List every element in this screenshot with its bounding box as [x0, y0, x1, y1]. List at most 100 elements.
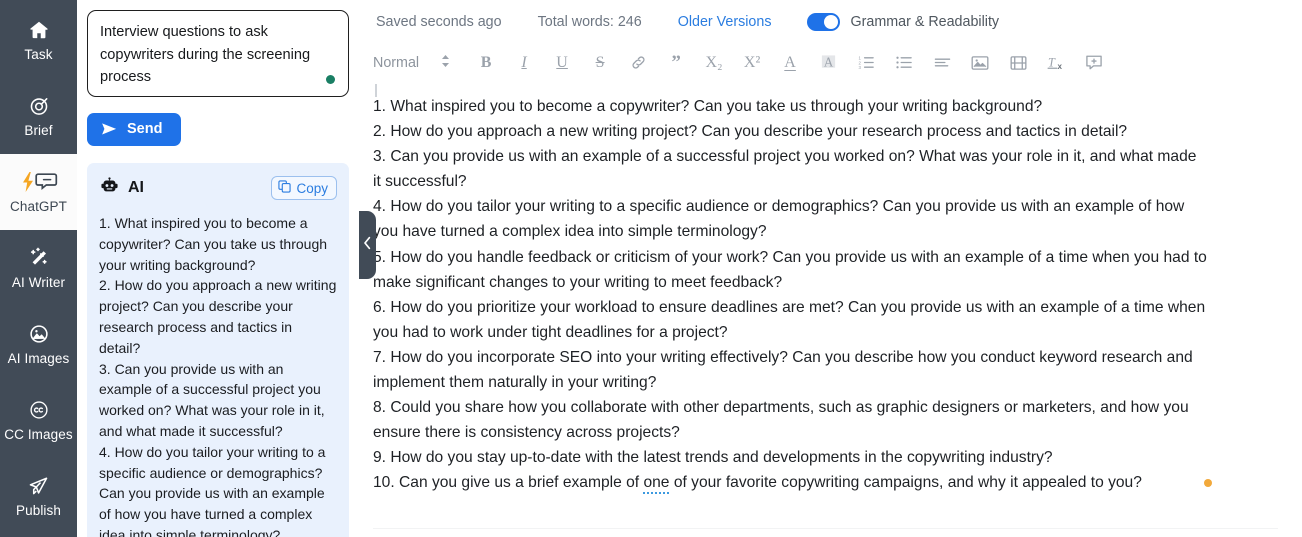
sidebar-item-label: Brief [24, 123, 53, 139]
align-button[interactable] [923, 48, 961, 78]
copy-button-label: Copy [296, 180, 328, 196]
sidebar-item-label: AI Writer [11, 275, 66, 291]
svg-text:3: 3 [858, 65, 861, 70]
document-scroll-area[interactable]: 1. What inspired you to become a copywri… [359, 82, 1302, 537]
sidebar-item-publish[interactable]: Publish [0, 458, 77, 534]
link-button[interactable] [619, 48, 657, 78]
chevron-updown-icon [441, 54, 450, 72]
blockquote-glyph: ” [671, 52, 681, 73]
left-nav-rail: Task Brief ChatGPT AI Writer AI Images C… [0, 0, 77, 537]
document-bottom-rule [373, 528, 1278, 529]
sidebar-item-label: ChatGPT [10, 199, 67, 215]
align-icon [934, 56, 951, 69]
paper-plane-icon [27, 474, 50, 498]
toggle-switch[interactable] [807, 12, 841, 31]
sidebar-item-label: Task [24, 47, 53, 63]
document-paragraph: 6. How do you prioritize your workload t… [373, 298, 1206, 341]
creative-commons-icon [28, 398, 50, 422]
add-comment-button[interactable] [1075, 48, 1113, 78]
document-paragraph: 2. How do you approach a new writing pro… [373, 123, 1128, 141]
sidebar-item-cc-images[interactable]: CC Images [0, 382, 77, 458]
sidebar-item-ai-images[interactable]: AI Images [0, 306, 77, 382]
toggle-knob [824, 14, 839, 29]
editor-status-bar: Saved seconds ago Total words: 246 Older… [359, 0, 1302, 43]
collapse-panel-handle[interactable] [359, 211, 376, 279]
prompt-input-value: Interview questions to ask copywriters d… [100, 24, 311, 85]
italic-glyph: I [521, 53, 527, 71]
formatting-toolbar: Normal B I U S ” X₂ X² A A 1 2 3 T x [359, 43, 1302, 82]
send-button[interactable]: Send [87, 112, 182, 147]
highlight-icon: A [820, 54, 837, 71]
copy-icon [278, 180, 292, 196]
document-paragraph: 7. How do you incorporate SEO into your … [373, 348, 1193, 392]
bulleted-list-icon [895, 55, 913, 70]
svg-text:x: x [1057, 62, 1062, 71]
paragraph-style-value: Normal [373, 54, 420, 71]
sidebar-item-label: Publish [16, 503, 61, 519]
sidebar-item-brief[interactable]: Brief [0, 78, 77, 154]
strikethrough-button[interactable]: S [581, 48, 619, 78]
ordered-list-button[interactable]: 1 2 3 [847, 48, 885, 78]
saved-status: Saved seconds ago [376, 13, 502, 30]
copy-button[interactable]: Copy [271, 176, 337, 201]
magic-wand-icon [27, 246, 51, 270]
highlight-color-button[interactable]: A [809, 48, 847, 78]
ai-response-text: 1. What inspired you to become a copywri… [99, 213, 337, 537]
image-icon [28, 322, 50, 346]
document-paragraph: 5. How do you handle feedback or critici… [373, 248, 1207, 291]
robot-icon [99, 176, 120, 200]
underline-glyph: U [556, 53, 568, 71]
ai-response-title: AI [128, 179, 144, 197]
sidebar-item-label: AI Images [7, 351, 70, 367]
prompt-status-dot [326, 74, 335, 84]
sidebar-item-label: CC Images [4, 427, 73, 443]
send-button-label: Send [127, 121, 163, 138]
superscript-glyph: X² [743, 53, 761, 71]
insert-image-button[interactable] [961, 48, 999, 78]
insert-video-button[interactable] [999, 48, 1037, 78]
clear-format-button[interactable]: T x [1037, 48, 1075, 78]
blockquote-button[interactable]: ” [657, 48, 695, 78]
clear-format-icon: T x [1047, 54, 1066, 71]
app-root: Task Brief ChatGPT AI Writer AI Images C… [0, 0, 1302, 537]
svg-text:A: A [823, 54, 833, 69]
comment-plus-icon [1085, 54, 1103, 71]
paragraph-style-select[interactable]: Normal [373, 54, 450, 72]
chat-bolt-icon [19, 170, 59, 194]
bold-glyph: B [480, 53, 492, 71]
video-icon [1010, 55, 1027, 71]
sidebar-item-ai-writer[interactable]: AI Writer [0, 230, 77, 306]
bold-button[interactable]: B [467, 48, 505, 78]
superscript-button[interactable]: X² [733, 48, 771, 78]
suggestion-marker-dot[interactable] [1204, 479, 1212, 488]
grammar-suggestion-word[interactable]: one [643, 474, 670, 495]
older-versions-link[interactable]: Older Versions [678, 14, 772, 30]
document-paragraph: 4. How do you tailor your writing to a s… [373, 198, 1185, 241]
word-count: Total words: 246 [537, 13, 642, 30]
chatgpt-panel: Interview questions to ask copywriters d… [77, 0, 359, 537]
sidebar-item-task[interactable]: Task [0, 2, 77, 78]
send-icon [101, 122, 118, 136]
italic-button[interactable]: I [505, 48, 543, 78]
svg-text:T: T [1048, 55, 1056, 69]
ai-response-card: AI Copy 1. What inspired you to become a… [87, 163, 349, 537]
document-paragraph: 9. How do you stay up-to-date with the l… [373, 449, 1053, 467]
text-color-glyph: A [784, 53, 796, 71]
ordered-list-icon: 1 2 3 [858, 55, 875, 70]
subscript-button[interactable]: X₂ [695, 48, 733, 78]
link-icon [630, 54, 647, 71]
document-body[interactable]: 1. What inspired you to become a copywri… [373, 82, 1212, 496]
ai-response-header: AI Copy [99, 176, 337, 201]
strikethrough-glyph: S [595, 53, 605, 71]
grammar-readability-label: Grammar & Readability [850, 13, 1000, 30]
home-icon [28, 18, 50, 42]
sidebar-item-chatgpt[interactable]: ChatGPT [0, 154, 77, 230]
ai-response-body: 1. What inspired you to become a copywri… [99, 215, 337, 537]
text-color-button[interactable]: A [771, 48, 809, 78]
target-icon [28, 94, 50, 118]
chevron-left-icon [363, 236, 372, 255]
bulleted-list-button[interactable] [885, 48, 923, 78]
grammar-readability-toggle[interactable]: Grammar & Readability [807, 12, 1000, 31]
underline-button[interactable]: U [543, 48, 581, 78]
prompt-input[interactable]: Interview questions to ask copywriters d… [87, 10, 349, 97]
